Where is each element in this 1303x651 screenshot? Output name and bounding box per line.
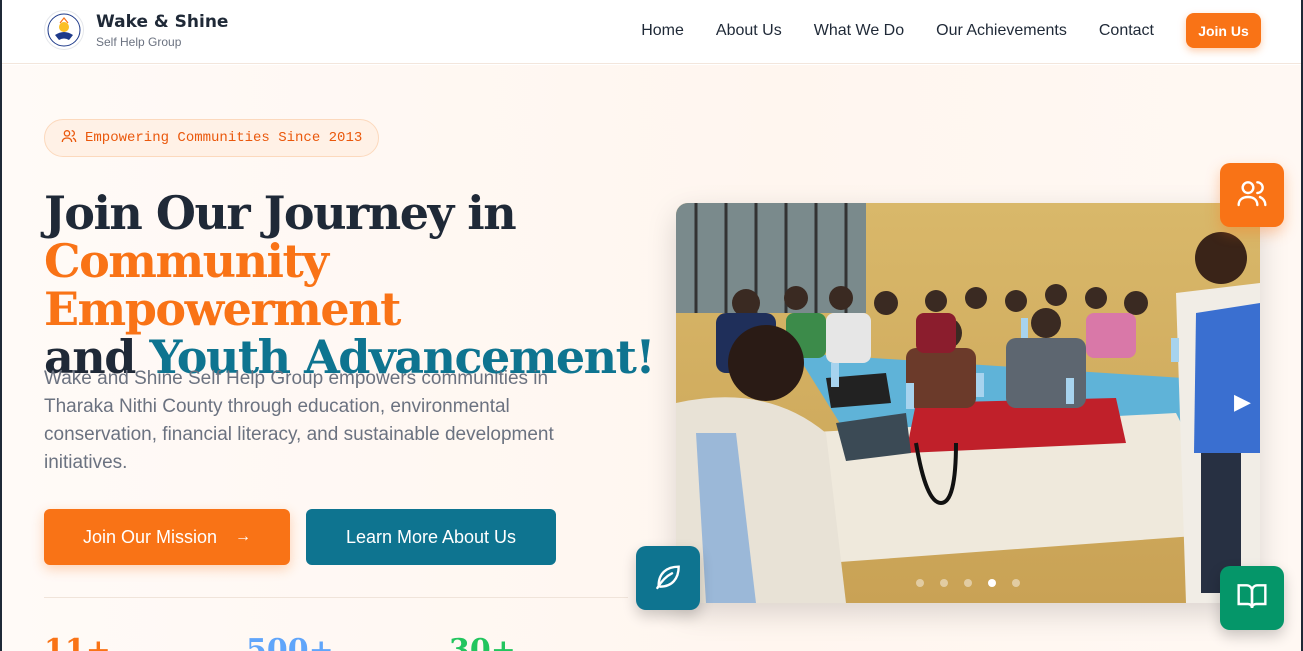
top-navbar: Wake & Shine Self Help Group Home About … xyxy=(2,0,1301,64)
arrow-right-icon: → xyxy=(235,528,252,545)
brand-subtitle: Self Help Group xyxy=(96,35,182,49)
education-badge xyxy=(1220,566,1284,630)
hero-carousel-image xyxy=(676,203,1260,603)
carousel-dot-1[interactable] xyxy=(916,579,924,587)
nav-link-contact[interactable]: Contact xyxy=(1099,13,1154,48)
hero-section: Empowering Communities Since 2013 Join O… xyxy=(2,65,1301,651)
carousel-dot-2[interactable] xyxy=(940,579,948,587)
stat-members: 500+ xyxy=(246,633,334,651)
nav-link-what-we-do[interactable]: What We Do xyxy=(814,13,904,48)
users-icon xyxy=(1236,177,1268,214)
carousel-dots xyxy=(916,579,1036,587)
headline-line-2: Community Empowerment xyxy=(44,234,401,336)
since-badge: Empowering Communities Since 2013 xyxy=(44,119,379,157)
logo-icon xyxy=(44,10,84,50)
community-badge xyxy=(1220,163,1284,227)
stat-projects: 30+ xyxy=(449,633,516,651)
learn-more-button[interactable]: Learn More About Us xyxy=(306,509,556,565)
users-icon xyxy=(61,128,77,149)
environment-badge xyxy=(636,546,700,610)
carousel-dot-4[interactable] xyxy=(988,579,996,587)
since-badge-text: Empowering Communities Since 2013 xyxy=(85,130,363,146)
nav-menu: Home About Us What We Do Our Achievement… xyxy=(641,13,1261,48)
brand-logo-link[interactable]: Wake & Shine Self Help Group xyxy=(44,10,228,50)
stats-divider xyxy=(44,597,628,598)
headline-line-1: Join Our Journey in xyxy=(44,186,517,240)
carousel-next-icon[interactable]: ▶ xyxy=(1234,389,1251,415)
join-mission-button[interactable]: Join Our Mission → xyxy=(44,509,290,565)
nav-link-home[interactable]: Home xyxy=(641,13,684,48)
book-open-icon xyxy=(1236,580,1268,617)
join-mission-label: Join Our Mission xyxy=(82,526,218,547)
hero-description: Wake and Shine Self Help Group empowers … xyxy=(44,368,554,473)
join-us-button[interactable]: Join Us xyxy=(1186,13,1261,48)
hero-headline: Join Our Journey in Community Empowermen… xyxy=(44,189,664,381)
leaf-icon xyxy=(652,560,684,597)
brand-name: Wake & Shine xyxy=(96,12,229,32)
nav-link-achievements[interactable]: Our Achievements xyxy=(936,13,1067,48)
nav-link-about[interactable]: About Us xyxy=(716,13,782,48)
carousel-dot-5[interactable] xyxy=(1012,579,1020,587)
carousel-dot-3[interactable] xyxy=(964,579,972,587)
stat-years: 11+ xyxy=(44,633,111,651)
